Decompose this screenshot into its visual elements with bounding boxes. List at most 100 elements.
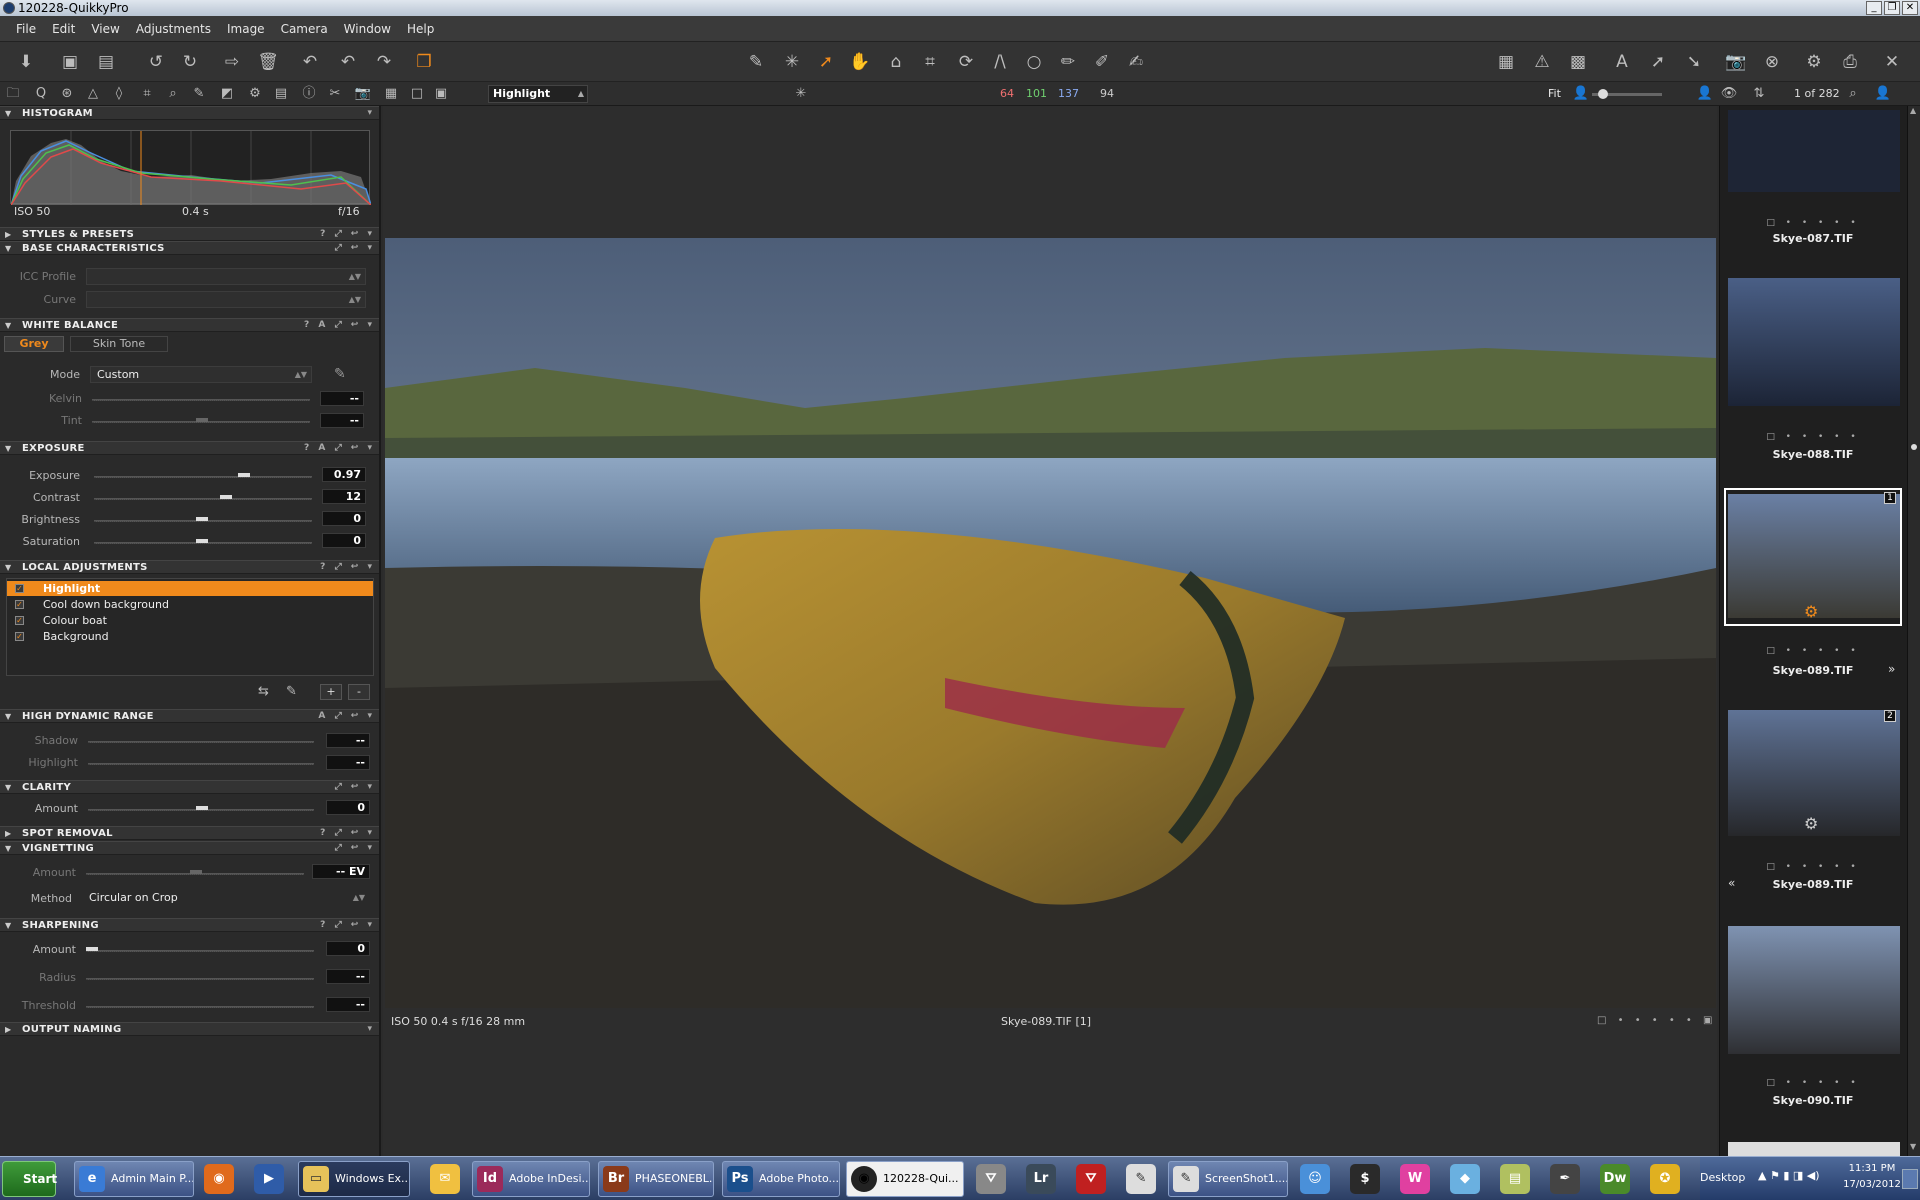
settings-gear-icon[interactable]: ⚙ <box>1802 50 1826 74</box>
app-icon-w[interactable]: W <box>1400 1164 1430 1194</box>
apply-adjustments-icon[interactable]: ➘ <box>1682 50 1706 74</box>
radius-slider[interactable] <box>86 978 314 980</box>
finder-icon[interactable]: ☺ <box>1300 1164 1330 1194</box>
exposure-header[interactable]: ▼ EXPOSURE? A ⤢ ↩ ▾ <box>0 441 379 455</box>
menu-camera[interactable]: Camera <box>273 22 336 36</box>
restore-button[interactable]: ❐ <box>1884 1 1900 15</box>
firefox-icon[interactable]: ◉ <box>204 1164 234 1194</box>
layer-item[interactable]: ✓ Background <box>7 629 373 644</box>
show-desktop-button[interactable] <box>1902 1169 1918 1189</box>
base-characteristics-header[interactable]: ▼ BASE CHARACTERISTICS ⤢ ↩ ▾ <box>0 241 379 255</box>
vignetting-amount-value[interactable]: -- EV <box>312 864 370 879</box>
swap-layers-icon[interactable]: ⇆ <box>258 684 269 699</box>
brightness-slider[interactable] <box>94 517 312 522</box>
wb-picker-icon[interactable]: ✎ <box>334 366 346 382</box>
show-hidden-icons-icon[interactable]: ▲ ⚑ ▮ ◨ ◀) <box>1758 1169 1820 1182</box>
composition-tab-icon[interactable]: ⌗ <box>138 85 156 103</box>
menu-adjustments[interactable]: Adjustments <box>128 22 219 36</box>
outlook-icon[interactable]: ✉ <box>430 1164 460 1194</box>
highlight-slider[interactable] <box>88 763 314 765</box>
menu-view[interactable]: View <box>83 22 127 36</box>
media-player-icon[interactable]: ▶ <box>254 1164 284 1194</box>
loupe-icon[interactable]: ⌂ <box>884 50 908 74</box>
thumbnail[interactable] <box>1728 110 1900 192</box>
thumbnail-rating[interactable]: □ • • • • • <box>1720 862 1906 872</box>
output-naming-header[interactable]: ▶ OUTPUT NAMING ▾ <box>0 1022 379 1036</box>
taskbar-explorer[interactable]: ▭ Windows Ex... <box>298 1161 410 1197</box>
curve-select[interactable]: ▲▼ <box>86 291 366 308</box>
layer-item[interactable]: ✓ Colour boat <box>7 613 373 628</box>
app-icon-eraser[interactable]: ◆ <box>1450 1164 1480 1194</box>
layer-item[interactable]: ✓ Cool down background <box>7 597 373 612</box>
local-adj-tab-icon[interactable]: ✎ <box>190 85 208 103</box>
pan-hand-icon[interactable]: ✋ <box>848 50 872 74</box>
exposure-value[interactable]: 0.97 <box>322 467 366 482</box>
capture-icon[interactable]: ▣ <box>58 50 82 74</box>
dreamweaver-icon[interactable]: Dw <box>1600 1164 1630 1194</box>
scissors-icon[interactable]: ✂ <box>326 85 344 103</box>
redo-icon[interactable]: ↷ <box>372 50 396 74</box>
clarity-amount-value[interactable]: 0 <box>326 800 370 815</box>
clarity-amount-slider[interactable] <box>88 806 314 811</box>
zoom-fit-label[interactable]: Fit <box>1548 87 1561 100</box>
tab-grey[interactable]: Grey <box>4 336 64 352</box>
spot-removal-header[interactable]: ▶ SPOT REMOVAL? ⤢ ↩ ▾ <box>0 826 379 840</box>
exposure-warning-icon[interactable]: ⚠ <box>1530 50 1554 74</box>
taskbar-screenshot[interactable]: ✎ ScreenShot1.... <box>1168 1161 1288 1197</box>
reset-icon[interactable]: ⊗ <box>1760 50 1784 74</box>
adjustments-tab-icon[interactable]: ◩ <box>218 85 236 103</box>
menu-file[interactable]: File <box>8 22 44 36</box>
saturation-slider[interactable] <box>94 539 312 544</box>
rating-dots[interactable]: □ • • • • • ▣ <box>1597 1015 1716 1026</box>
undo-icon[interactable]: ↶ <box>336 50 360 74</box>
app-icon-tools[interactable]: ✪ <box>1650 1164 1680 1194</box>
draw-mask-icon[interactable]: ✏ <box>1056 50 1080 74</box>
output-tab-icon[interactable]: ⚙ <box>246 85 264 103</box>
import-icon[interactable]: ⬇ <box>14 50 38 74</box>
compare-view-icon[interactable]: ▣ <box>432 85 450 103</box>
exposure-tab-icon[interactable]: △ <box>84 85 102 103</box>
layout-icon[interactable]: ▦ <box>1494 50 1518 74</box>
menu-edit[interactable]: Edit <box>44 22 83 36</box>
app-icon-s[interactable]: $ <box>1350 1164 1380 1194</box>
acrobat-icon[interactable]: ⛛ <box>976 1164 1006 1194</box>
search-icon[interactable]: ⌕ <box>1844 85 1862 103</box>
minimize-button[interactable]: _ <box>1866 1 1882 15</box>
print-icon[interactable]: ⎙ <box>1838 50 1862 74</box>
rotate-left-icon[interactable]: ↺ <box>144 50 168 74</box>
move-to-icon[interactable]: ⇨ <box>220 50 244 74</box>
zoom-out-icon[interactable]: 👤 <box>1572 85 1590 103</box>
close-button[interactable]: ✕ <box>1902 1 1918 15</box>
sharpening-header[interactable]: ▼ SHARPENING? ⤢ ↩ ▾ <box>0 918 379 932</box>
spot-removal-icon[interactable]: ○ <box>1022 50 1046 74</box>
camera-icon[interactable]: 📷 <box>1724 50 1748 74</box>
vignetting-amount-slider[interactable] <box>86 870 304 875</box>
sharpening-amount-slider[interactable] <box>86 947 314 952</box>
icc-profile-select[interactable]: ▲▼ <box>86 268 366 285</box>
saturation-value[interactable]: 0 <box>322 533 366 548</box>
brush-icon[interactable]: ✎ <box>744 50 768 74</box>
thumbnail[interactable] <box>1728 278 1900 406</box>
threshold-slider[interactable] <box>86 1006 314 1008</box>
picker-icon[interactable]: ✳ <box>780 50 804 74</box>
lens-tab-icon[interactable]: ◊ <box>110 85 128 103</box>
undo-all-icon[interactable]: ↶ <box>298 50 322 74</box>
tab-skin-tone[interactable]: Skin Tone <box>70 336 168 352</box>
zoom-slider[interactable] <box>1592 89 1662 99</box>
wb-mode-select[interactable]: Custom ▲▼ <box>90 366 312 383</box>
process-icon[interactable]: ▤ <box>94 50 118 74</box>
sharpening-amount-value[interactable]: 0 <box>326 941 370 956</box>
image-viewer[interactable]: ISO 50 0.4 s f/16 28 mm Skye-089.TIF [1]… <box>383 106 1717 1156</box>
contrast-value[interactable]: 12 <box>322 489 366 504</box>
collapse-variants-icon[interactable]: « <box>1728 876 1735 890</box>
taskbar-captureone[interactable]: ◉ 120228-Qui... <box>846 1161 964 1197</box>
pdf-icon[interactable]: ⛛ <box>1076 1164 1106 1194</box>
user-icon[interactable]: 👤 <box>1874 85 1892 103</box>
thumbnail[interactable] <box>1728 926 1900 1054</box>
vignetting-header[interactable]: ▼ VIGNETTING ⤢ ↩ ▾ <box>0 841 379 855</box>
white-balance-header[interactable]: ▼ WHITE BALANCE? A ⤢ ↩ ▾ <box>0 318 379 332</box>
delete-icon[interactable]: 🗑 <box>256 50 280 74</box>
clarity-header[interactable]: ▼ CLARITY ⤢ ↩ ▾ <box>0 780 379 794</box>
menu-help[interactable]: Help <box>399 22 442 36</box>
thumbnail-rating[interactable]: □ • • • • • <box>1720 1078 1906 1088</box>
